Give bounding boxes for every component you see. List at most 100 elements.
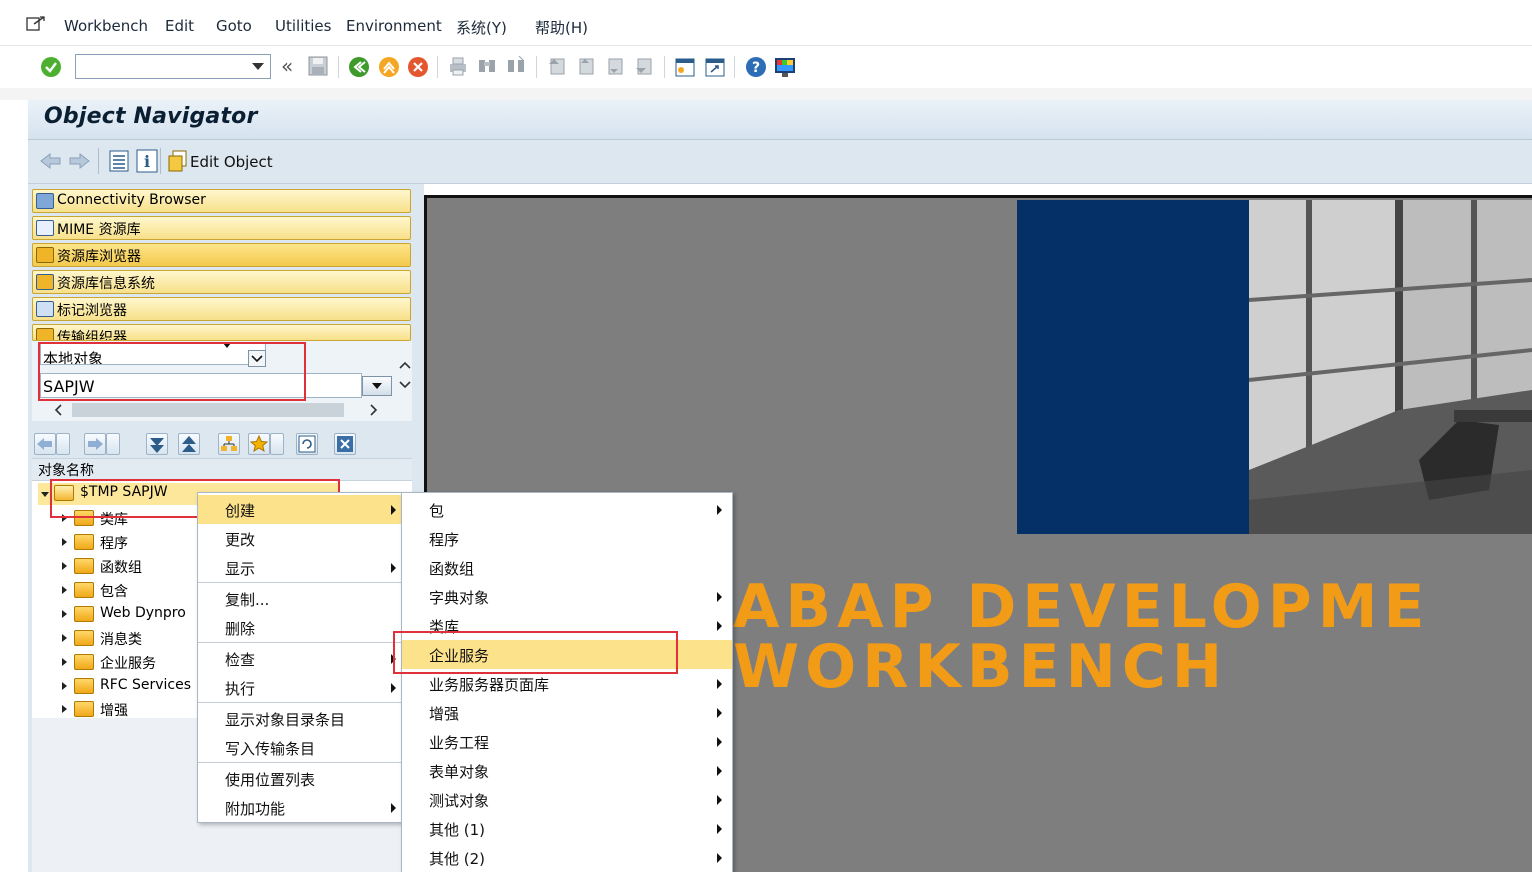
find-icon[interactable] [477, 56, 497, 76]
sub-item-program[interactable]: 程序 [402, 524, 732, 553]
sub-item-dictionary-object[interactable]: 字典对象 [402, 582, 732, 611]
ctx-item-display[interactable]: 显示 [198, 553, 401, 582]
menu-help[interactable]: 帮助(H) [535, 17, 588, 38]
expand-arrow-icon[interactable] [41, 492, 49, 497]
scroll-down-icon[interactable] [398, 379, 412, 395]
nav-connectivity-browser[interactable]: Connectivity Browser [32, 189, 411, 213]
tree-node-label: RFC Services [100, 677, 192, 693]
sub-item-form-object[interactable]: 表单对象 [402, 756, 732, 785]
expand-all-icon[interactable] [146, 433, 168, 455]
tree-forward-icon[interactable] [84, 433, 106, 455]
welcome-blue-block [1017, 200, 1249, 534]
tag-browser-icon [36, 301, 54, 317]
office-photo-image [1248, 200, 1532, 534]
tree-forward-dropdown[interactable] [106, 433, 120, 455]
expand-arrow-icon[interactable] [62, 538, 67, 546]
collapse-icon[interactable]: « [281, 54, 293, 78]
nav-mime-repository[interactable]: MIME 资源库 [32, 216, 411, 240]
nav-repository-browser[interactable]: 资源库浏览器 [32, 243, 411, 267]
enter-check-icon[interactable] [40, 56, 61, 77]
object-name-dropdown-button[interactable] [362, 376, 392, 396]
submenu-arrow-icon [717, 737, 722, 747]
favorites-dropdown[interactable] [270, 433, 284, 455]
scroll-left-icon[interactable] [52, 403, 64, 417]
edit-object-icon[interactable] [168, 150, 188, 176]
menu-workbench[interactable]: Workbench [64, 17, 148, 35]
expand-arrow-icon[interactable] [62, 610, 67, 618]
sub-item-enhancement[interactable]: 增强 [402, 698, 732, 727]
scroll-right-icon[interactable] [368, 403, 380, 417]
save-icon[interactable] [308, 56, 328, 76]
sub-item-other-1[interactable]: 其他 (1) [402, 814, 732, 843]
print-icon[interactable] [448, 56, 468, 76]
menu-goto[interactable]: Goto [216, 17, 252, 35]
tree-node-label: 企业服务 [100, 656, 156, 672]
transport-organizer-icon [36, 328, 54, 340]
nav-transport-organizer[interactable]: 传输组织器 [32, 324, 411, 341]
customize-layout-icon[interactable] [774, 56, 795, 77]
menu-edit[interactable]: Edit [165, 17, 194, 35]
first-page-icon[interactable] [547, 56, 567, 76]
ctx-item-where-used-list[interactable]: 使用位置列表 [198, 764, 401, 793]
ctx-item-execute[interactable]: 执行 [198, 673, 401, 702]
menu-icon[interactable] [26, 15, 46, 33]
expand-arrow-icon[interactable] [62, 562, 67, 570]
expand-arrow-icon[interactable] [62, 705, 67, 713]
exit-icon[interactable] [378, 56, 399, 77]
shortcut-icon[interactable] [704, 56, 725, 77]
chevron-down-icon[interactable] [252, 63, 264, 70]
command-field[interactable] [75, 54, 271, 79]
collapse-all-icon[interactable] [178, 433, 200, 455]
object-list-icon[interactable] [108, 149, 130, 177]
sub-item-label: 函数组 [429, 560, 475, 578]
expand-arrow-icon[interactable] [62, 682, 67, 690]
expand-arrow-icon[interactable] [62, 586, 67, 594]
info-icon[interactable]: i [136, 149, 158, 177]
sub-item-business-engineering[interactable]: 业务工程 [402, 727, 732, 756]
forward-arrow-icon[interactable] [68, 152, 90, 174]
find-next-icon[interactable] [506, 55, 526, 76]
sub-item-function-group[interactable]: 函数组 [402, 553, 732, 582]
back-icon[interactable] [348, 56, 369, 77]
menu-environment[interactable]: Environment [346, 17, 442, 35]
last-page-icon[interactable] [634, 56, 654, 76]
ctx-item-copy[interactable]: 复制... [198, 584, 401, 613]
sub-item-package[interactable]: 包 [402, 495, 732, 524]
folder-icon [74, 558, 94, 574]
tree-node-label: 消息类 [100, 632, 142, 648]
scroll-up-icon[interactable] [398, 359, 412, 375]
nav-tag-browser[interactable]: 标记浏览器 [32, 297, 411, 321]
previous-page-icon[interactable] [576, 56, 596, 76]
horizontal-scrollbar[interactable] [72, 403, 344, 417]
title-bar: Object Navigator [28, 100, 1532, 140]
tree-back-icon[interactable] [34, 433, 56, 455]
submenu-arrow-icon [717, 592, 722, 602]
refresh-icon[interactable] [296, 433, 318, 455]
ctx-item-create[interactable]: 创建 [198, 495, 401, 524]
banner-line-2: WORKBENCH [733, 632, 1229, 702]
sub-item-other-2[interactable]: 其他 (2) [402, 843, 732, 872]
expand-arrow-icon[interactable] [62, 634, 67, 642]
hierarchy-icon[interactable] [218, 433, 240, 455]
tree-node-label: Web Dynpro [100, 605, 186, 621]
menu-utilities[interactable]: Utilities [275, 17, 331, 35]
new-session-icon[interactable] [674, 56, 695, 77]
close-tree-icon[interactable] [334, 433, 356, 455]
expand-arrow-icon[interactable] [62, 658, 67, 666]
help-icon[interactable]: ? [745, 56, 766, 77]
ctx-item-additional-functions[interactable]: 附加功能 [198, 793, 401, 822]
tree-back-dropdown[interactable] [56, 433, 70, 455]
nav-repository-info-system[interactable]: 资源库信息系统 [32, 270, 411, 294]
edit-object-button[interactable]: Edit Object [190, 153, 273, 171]
ctx-item-write-transport-entry[interactable]: 写入传输条目 [198, 733, 401, 762]
sub-item-test-object[interactable]: 测试对象 [402, 785, 732, 814]
ctx-item-delete[interactable]: 删除 [198, 613, 401, 642]
next-page-icon[interactable] [605, 56, 625, 76]
favorites-icon[interactable] [248, 433, 270, 455]
menu-system[interactable]: 系统(Y) [456, 17, 507, 38]
back-arrow-icon[interactable] [40, 152, 62, 174]
cancel-icon[interactable] [407, 56, 428, 77]
ctx-item-object-directory-entry[interactable]: 显示对象目录条目 [198, 704, 401, 733]
ctx-item-check[interactable]: 检查 [198, 644, 401, 673]
ctx-item-change[interactable]: 更改 [198, 524, 401, 553]
